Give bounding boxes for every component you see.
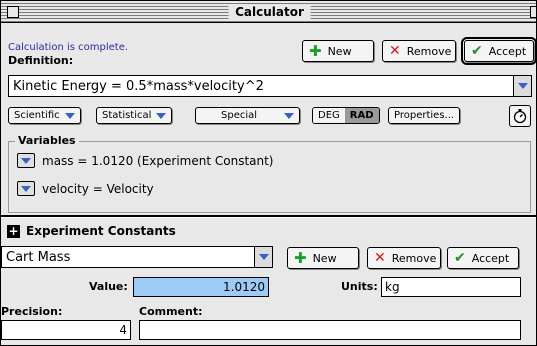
comment-label: Comment: <box>139 305 203 318</box>
variable-row-mass: mass = 1.0120 (Experiment Constant) <box>17 153 274 168</box>
value-field[interactable]: 1.0120 <box>133 277 269 297</box>
special-popup[interactable]: Special <box>195 107 300 124</box>
accept-button[interactable]: ✔ Accept <box>461 37 536 65</box>
constant-accept-button[interactable]: ✔ Accept <box>447 247 519 269</box>
chevron-down-icon <box>21 185 31 192</box>
checkmark-icon: ✔ <box>454 250 466 266</box>
experiment-constants-label: Experiment Constants <box>26 224 176 238</box>
variables-group: Variables mass = 1.0120 (Experiment Cons… <box>8 134 531 213</box>
new-button-label: New <box>327 44 352 58</box>
chevron-down-icon <box>21 157 31 164</box>
constant-remove-label: Remove <box>391 251 437 265</box>
definition-combo[interactable]: Kinetic Energy = 0.5*mass*velocity^2 <box>8 75 532 97</box>
variables-label: Variables <box>15 134 79 147</box>
constant-accept-label: Accept <box>471 251 510 265</box>
remove-button[interactable]: ✕ Remove <box>382 40 456 62</box>
close-box[interactable] <box>7 6 19 18</box>
checkmark-icon: ✔ <box>471 43 483 59</box>
plus-icon: ✚ <box>294 248 307 267</box>
deg-option[interactable]: DEG <box>313 108 345 123</box>
constant-remove-button[interactable]: ✕ Remove <box>367 247 441 269</box>
experiment-constants-panel: + Experiment Constants Cart Mass ✚ New ✕… <box>1 219 536 345</box>
units-label: Units: <box>341 280 378 293</box>
new-button[interactable]: ✚ New <box>302 40 374 62</box>
chevron-down-icon <box>258 254 269 260</box>
definition-panel: Calculation is complete. Definition: ✚ N… <box>8 34 536 217</box>
precision-field[interactable]: 4 <box>1 320 131 340</box>
value-label: Value: <box>89 280 128 293</box>
constant-dropdown-arrow[interactable] <box>254 247 272 267</box>
constant-value[interactable]: Cart Mass <box>2 250 254 265</box>
plus-icon: ✚ <box>309 41 322 60</box>
definition-dropdown-arrow[interactable] <box>513 76 531 96</box>
variable-mass-text: mass = 1.0120 (Experiment Constant) <box>42 153 274 168</box>
accept-button-label: Accept <box>488 44 527 58</box>
calculator-window: Calculator Calculation is complete. Defi… <box>0 0 537 346</box>
angle-mode-toggle[interactable]: DEG RAD <box>312 107 380 124</box>
chevron-down-icon <box>284 112 294 119</box>
variable-velocity-text: velocity = Velocity <box>42 181 154 196</box>
properties-button[interactable]: Properties... <box>388 107 461 124</box>
title-bar[interactable]: Calculator <box>1 1 536 23</box>
statistical-popup-label: Statistical <box>102 110 152 121</box>
chevron-down-icon <box>517 83 528 89</box>
precision-label: Precision: <box>1 305 63 318</box>
special-popup-label: Special <box>221 110 258 121</box>
units-field[interactable]: kg <box>381 277 521 297</box>
section-divider <box>1 215 536 218</box>
chevron-down-icon <box>64 112 75 119</box>
constant-new-label: New <box>312 251 337 265</box>
stopwatch-icon <box>513 109 527 124</box>
constant-combo[interactable]: Cart Mass <box>1 246 273 268</box>
comment-field[interactable] <box>139 320 521 340</box>
definition-label: Definition: <box>8 54 74 67</box>
properties-button-label: Properties... <box>394 110 455 121</box>
experiment-constants-header[interactable]: + Experiment Constants <box>7 224 176 238</box>
stopwatch-button[interactable] <box>509 105 531 127</box>
variable-menu-button[interactable] <box>17 181 35 196</box>
chevron-down-icon <box>156 112 167 119</box>
window-title: Calculator <box>228 4 311 20</box>
statistical-popup[interactable]: Statistical <box>96 107 173 124</box>
scientific-popup-label: Scientific <box>14 110 60 121</box>
remove-button-label: Remove <box>406 44 452 58</box>
expand-plus-icon[interactable]: + <box>7 224 20 238</box>
remove-x-icon: ✕ <box>374 250 386 266</box>
variable-row-velocity: velocity = Velocity <box>17 181 154 196</box>
remove-x-icon: ✕ <box>389 43 401 59</box>
rad-option[interactable]: RAD <box>344 108 379 123</box>
variable-menu-button[interactable] <box>17 153 35 168</box>
zoom-box[interactable] <box>530 6 536 18</box>
constant-new-button[interactable]: ✚ New <box>287 247 359 269</box>
status-text: Calculation is complete. <box>8 42 129 53</box>
scientific-popup[interactable]: Scientific <box>8 107 81 124</box>
definition-value[interactable]: Kinetic Energy = 0.5*mass*velocity^2 <box>9 79 513 94</box>
